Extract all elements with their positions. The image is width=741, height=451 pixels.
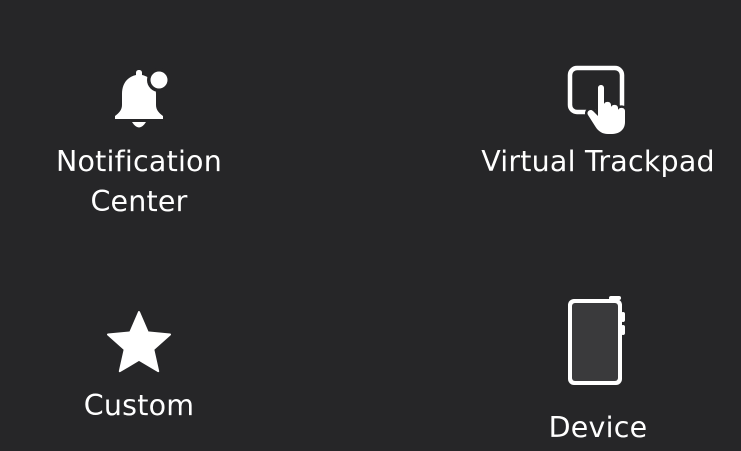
notification-center-label-line1: Notification (56, 145, 222, 178)
star-icon (89, 304, 189, 380)
device-button[interactable]: Device (453, 294, 741, 448)
device-icon (548, 294, 648, 390)
virtual-trackpad-label: Virtual Trackpad (481, 145, 715, 178)
notification-center-button[interactable]: Notification Center (0, 60, 284, 222)
custom-button[interactable]: Custom (0, 304, 284, 426)
virtual-trackpad-button[interactable]: Virtual Trackpad (453, 60, 741, 182)
device-label: Device (548, 411, 648, 444)
bell-icon (89, 60, 189, 136)
assistive-touch-menu: Notification Center Virtual Trackpad Cus… (0, 0, 741, 451)
notification-center-label-line2: Center (90, 185, 188, 218)
trackpad-pointer-icon (548, 60, 648, 136)
custom-label: Custom (83, 389, 195, 422)
